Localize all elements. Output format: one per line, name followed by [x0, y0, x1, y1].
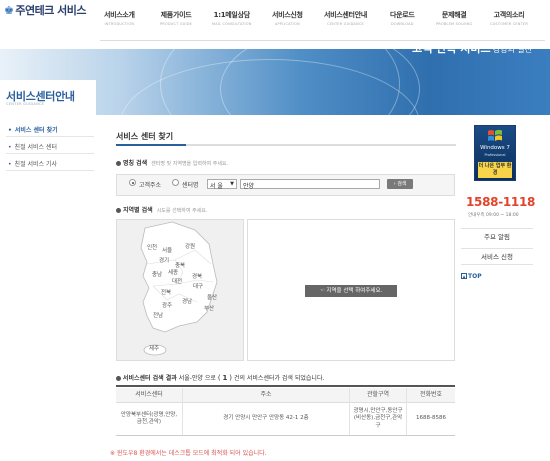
- radio-center-name-label[interactable]: 센터명: [182, 180, 199, 189]
- district-input[interactable]: 안양: [240, 179, 380, 190]
- support-hours: 안내우측 09:00 ~ 18:00: [468, 213, 519, 218]
- banner-tagline: 인간존중 이념에 기반을 둔: [432, 28, 532, 38]
- arrow-up-icon: ▲: [461, 273, 467, 279]
- nav-mail-consultation[interactable]: 1:1메일상담 MAIL CONSULTATION: [212, 10, 252, 26]
- table-header-center: 서비스센터: [116, 388, 182, 402]
- section-bullet-icon: [116, 376, 121, 381]
- sidebar-item-kind-center[interactable]: • 친절 서비스 센터: [8, 142, 57, 151]
- region-sejong[interactable]: 세종: [168, 268, 178, 276]
- nav-download[interactable]: 다운로드 DOWNLOAD: [390, 10, 415, 26]
- region-gyeongnam[interactable]: 경남: [182, 297, 192, 305]
- radio-customer-address[interactable]: [129, 179, 136, 186]
- bullet-icon: •: [8, 144, 12, 151]
- windows-logo-tile-red: [488, 130, 494, 136]
- select-area-notice: ☜ 지역을 선택 하여주세요.: [305, 285, 397, 297]
- windows-brand: Windows 7: [480, 145, 510, 151]
- radio-center-name[interactable]: [172, 179, 179, 186]
- sidebar-divider: [6, 136, 94, 137]
- korea-map[interactable]: [117, 220, 243, 360]
- region-ulsan[interactable]: 울산: [207, 293, 217, 301]
- windows-logo-tile-blue: [488, 135, 494, 141]
- windows-slogan: 더 나은 업무 환경: [478, 162, 512, 178]
- table-bottom-border: [116, 435, 455, 436]
- service-request-button[interactable]: 서비스 신청: [461, 248, 533, 265]
- region-daegu[interactable]: 대구: [193, 282, 203, 290]
- sidebar-item-kind-engineer[interactable]: • 친절 서비스 기사: [8, 159, 57, 168]
- dropdown-arrow-icon: ▼: [230, 181, 234, 187]
- sidebar-item-find-center[interactable]: • 서비스 센터 찾기: [8, 125, 58, 134]
- region-gangwon[interactable]: 강원: [185, 242, 195, 250]
- table-cell-address: 경기 안양시 만안구 안양동 42-1 2층: [223, 415, 309, 422]
- footer-note: ※ 윈도우8 환경에서는 데스크톱 모드에 최적화 되어 있습니다.: [110, 450, 267, 457]
- top-button[interactable]: ▲ TOP: [461, 273, 482, 280]
- nav-introduction[interactable]: 서비스소개 INTRODUCTION: [104, 10, 135, 26]
- page-title: 서비스 센터 찾기: [116, 132, 174, 141]
- banner-headline: 고객 만족 서비스 경영의 실천: [412, 42, 532, 55]
- region-jeonnam[interactable]: 전남: [153, 311, 163, 319]
- windows-logo-icon: [488, 129, 502, 141]
- table-header-address: 주소: [183, 388, 349, 402]
- region-gwangju[interactable]: 광주: [162, 301, 172, 309]
- table-header-phone: 전화번호: [407, 388, 455, 402]
- sidebar-divider: [6, 153, 94, 154]
- region-jeju[interactable]: 제주: [149, 344, 159, 352]
- table-top-border: [116, 385, 455, 387]
- bullet-icon: •: [8, 127, 12, 134]
- windows-logo-tile-green: [495, 129, 502, 136]
- name-search-heading: 명칭 검색 센터명 및 지역명을 입력하여 주세요.: [116, 158, 228, 167]
- region-seoul[interactable]: 서울: [162, 246, 172, 254]
- windows-edition: Professional: [484, 153, 506, 157]
- logo-mark-icon: ♚: [4, 4, 14, 17]
- sidebar-subtitle: CENTER GUIDANCE: [6, 102, 45, 106]
- nav-customer-center[interactable]: 고객의소리 CUSTOMER CENTER: [490, 10, 528, 26]
- table-cell-phone: 1688-8586: [416, 415, 446, 422]
- windows-logo-tile-yellow: [495, 135, 502, 141]
- table-cell-zone: 광명시,만안구,동안구(비산동),금천구,관악구: [353, 407, 403, 429]
- region-gyeongbuk[interactable]: 경북: [192, 272, 202, 280]
- support-phone: 1588-1118: [466, 195, 536, 209]
- nav-problem-solving[interactable]: 문제해결 PROBLEM SOLVING: [436, 10, 472, 26]
- area-search-heading: 지역별 검색 시도를 선택하여 주세요.: [116, 205, 207, 214]
- nav-center-guidance[interactable]: 서비스센터안내 CENTER GUIDANCE: [324, 10, 367, 26]
- table-header-zone: 관할구역: [350, 388, 406, 402]
- nav-product-guide[interactable]: 제품가이드 PRODUCT GUIDE: [160, 10, 192, 26]
- title-underline: [116, 144, 456, 146]
- radio-customer-address-label[interactable]: 고객주소: [139, 180, 161, 189]
- results-heading: 서비스센터 검색 결과 서울-안양 으로 ( 1 ) 건의 서비스센터가 검색 …: [116, 373, 324, 382]
- site-logo[interactable]: ♚ 주연테크 서비스: [4, 2, 87, 18]
- city-select[interactable]: 서 울 ▼: [207, 179, 237, 190]
- region-chungnam[interactable]: 충남: [152, 270, 162, 278]
- sidebar-divider: [6, 170, 94, 171]
- region-incheon[interactable]: 인천: [147, 243, 157, 251]
- section-bullet-icon: [116, 208, 121, 213]
- table-cell-center[interactable]: 안양북부센터(광명,안양,금천,관악): [116, 403, 182, 435]
- bullet-icon: •: [8, 161, 12, 168]
- nav-application[interactable]: 서비스신청 APPLICATION: [272, 10, 303, 26]
- region-gyeonggi[interactable]: 경기: [159, 256, 169, 264]
- region-busan[interactable]: 부산: [204, 304, 214, 312]
- region-jeonbuk[interactable]: 전북: [161, 288, 171, 296]
- section-bullet-icon: [116, 161, 121, 166]
- search-button[interactable]: › 검색: [387, 179, 413, 189]
- notice-button[interactable]: 주요 알림: [461, 228, 533, 245]
- region-daejeon[interactable]: 대전: [172, 277, 182, 285]
